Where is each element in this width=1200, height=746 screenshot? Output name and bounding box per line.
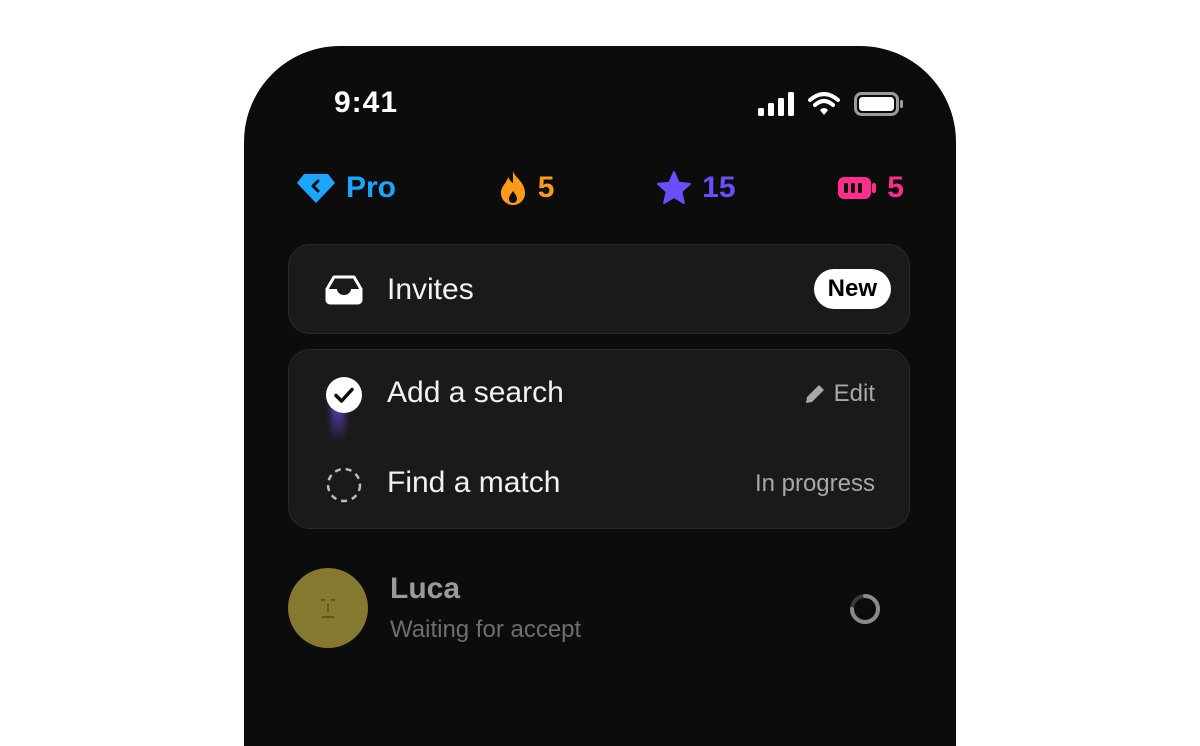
face-icon <box>321 599 335 618</box>
battery-charge-icon <box>838 177 877 199</box>
battery-icon <box>854 92 903 116</box>
edit-button[interactable]: Edit <box>804 380 875 408</box>
inbox-icon <box>325 275 363 305</box>
stat-energy-value: 5 <box>887 171 904 204</box>
cellular-signal-icon <box>758 92 794 116</box>
diamond-icon <box>297 174 335 203</box>
task-add-search-label: Add a search <box>387 376 564 409</box>
stat-stars-value: 15 <box>702 171 736 204</box>
status-icons <box>758 92 904 116</box>
stat-pro-label: Pro <box>346 171 397 204</box>
stat-pro[interactable]: Pro <box>296 171 396 205</box>
invites-label: Invites <box>387 273 474 306</box>
star-icon <box>657 171 692 204</box>
in-progress-status: In progress <box>754 470 875 497</box>
tasks-card: Add a search Edit Find a match In progre… <box>288 349 910 529</box>
stats-row: Pro 5 15 5 <box>296 168 904 208</box>
status-time: 9:41 <box>334 86 399 119</box>
avatar[interactable] <box>288 568 368 648</box>
loading-spinner-icon <box>850 594 880 624</box>
pencil-icon <box>805 385 824 403</box>
check-circle-icon <box>326 377 362 413</box>
invites-card[interactable]: Invites New <box>288 244 910 334</box>
edit-label: Edit <box>833 380 875 407</box>
contact-name: Luca <box>390 572 461 605</box>
new-badge: New <box>813 269 891 309</box>
flame-icon <box>500 171 525 205</box>
phone-screen: 9:41 Pro 5 15 5 Invites New Add a search… <box>244 46 956 746</box>
stat-stars[interactable]: 15 <box>656 171 736 205</box>
contact-status: Waiting for accept <box>390 616 582 643</box>
task-find-match-label: Find a match <box>387 466 561 499</box>
stat-streak-value: 5 <box>537 171 555 204</box>
stat-energy[interactable]: 5 <box>837 171 904 205</box>
dashed-circle-icon <box>326 467 362 503</box>
status-bar: 9:41 <box>244 46 956 166</box>
wifi-icon <box>808 92 840 115</box>
stat-streak[interactable]: 5 <box>498 170 555 206</box>
